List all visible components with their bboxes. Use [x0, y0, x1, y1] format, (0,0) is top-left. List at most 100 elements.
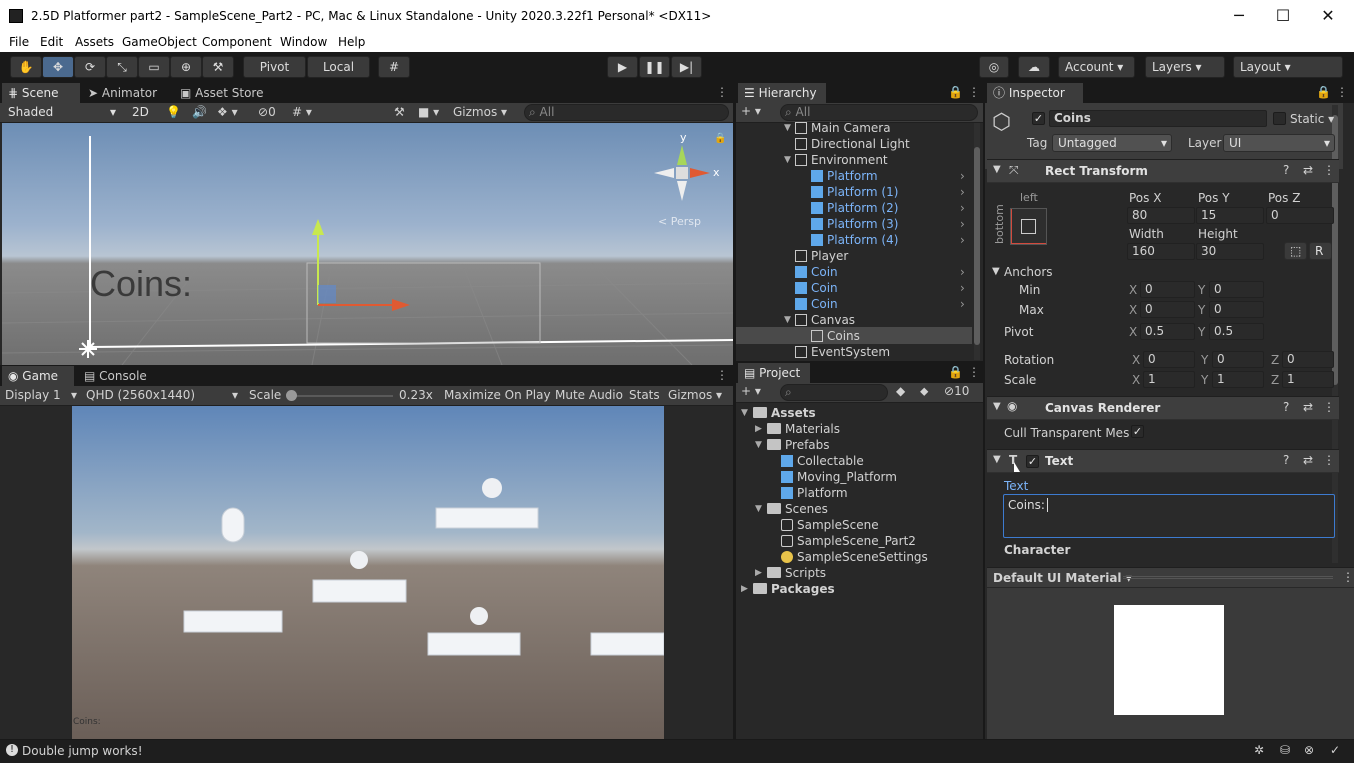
hierarchy-item[interactable]: Player — [795, 248, 848, 264]
preview-resize-handle[interactable] — [1123, 576, 1333, 579]
pivot-toggle[interactable]: Pivot — [243, 56, 306, 78]
width-field[interactable]: 160 — [1127, 243, 1195, 260]
tab-game[interactable]: ◉ Game — [2, 366, 74, 386]
rotation-x-field[interactable]: 0 — [1143, 351, 1195, 368]
scene-search-input[interactable]: ⌕ All — [524, 104, 729, 121]
play-button[interactable]: ▶ — [607, 56, 638, 78]
hierarchy-item[interactable]: Platform (1) — [811, 184, 898, 200]
presets-icon[interactable]: ⇄ — [1303, 453, 1313, 467]
raw-edit-button[interactable]: R — [1309, 242, 1332, 260]
blueprint-mode-button[interactable]: ⬚ — [1284, 242, 1307, 260]
tag-dropdown[interactable]: Untagged ▾ — [1052, 134, 1172, 152]
auto-generate-lighting-icon[interactable]: ⊗ — [1304, 743, 1314, 757]
project-item[interactable]: SampleSceneSettings — [781, 549, 928, 565]
scale-y-field[interactable]: 1 — [1212, 371, 1264, 388]
scene-viewport[interactable]: y x 🔒 < Persp Coins: — [2, 123, 733, 365]
filter-by-label-icon[interactable]: ⬥ — [920, 384, 928, 399]
hand-tool-icon[interactable]: ✋ — [10, 56, 42, 78]
scale-slider-track[interactable] — [291, 395, 393, 397]
project-item[interactable]: Collectable — [781, 453, 864, 469]
cloud-icon[interactable]: ☁ — [1018, 56, 1050, 78]
anchor-min-y-field[interactable]: 0 — [1209, 281, 1264, 298]
scale-z-field[interactable]: 1 — [1282, 371, 1334, 388]
component-menu-icon[interactable]: ⋮ — [1323, 163, 1335, 177]
audio-toggle-icon[interactable]: 🔊 — [192, 105, 207, 119]
pos-z-field[interactable]: 0 — [1266, 207, 1334, 224]
maximize-on-play-toggle[interactable]: Maximize On Play — [444, 388, 551, 402]
scene-menu-icon[interactable]: ⋮ — [716, 85, 728, 99]
rect-transform-header[interactable]: ▼ ⤧ Rect Transform ? ⇄ ⋮ — [987, 159, 1339, 183]
open-prefab-arrow-icon[interactable]: › — [960, 200, 965, 216]
component-menu-icon[interactable]: ⋮ — [1323, 400, 1335, 414]
open-prefab-arrow-icon[interactable]: › — [960, 232, 965, 248]
foldout-arrow-icon[interactable]: ▼ — [784, 312, 791, 328]
maximize-button[interactable]: ☐ — [1268, 4, 1298, 28]
pivot-x-field[interactable]: 0.5 — [1140, 323, 1195, 340]
gizmo-lock-icon[interactable]: 🔒 — [714, 133, 726, 144]
account-dropdown[interactable]: Account ▾ — [1058, 56, 1135, 78]
collab-icon[interactable]: ◎ — [979, 56, 1009, 78]
material-preview-header[interactable]: Default UI Material ▾ ⋮ — [987, 567, 1354, 587]
menu-file[interactable]: File — [9, 35, 29, 49]
effects-toggle-icon[interactable]: ❖ ▾ — [217, 105, 238, 119]
presets-icon[interactable]: ⇄ — [1303, 400, 1313, 414]
anchor-presets-button[interactable] — [1010, 208, 1047, 245]
menu-component[interactable]: Component — [202, 35, 272, 49]
project-item[interactable]: Scenes — [767, 501, 828, 517]
hierarchy-item[interactable]: Coin — [795, 264, 838, 280]
project-item[interactable]: SampleScene_Part2 — [781, 533, 916, 549]
hierarchy-item[interactable]: Directional Light — [795, 136, 910, 152]
hierarchy-search-input[interactable]: ⌕ All — [780, 104, 978, 121]
step-button[interactable]: ▶| — [671, 56, 702, 78]
anchor-min-x-field[interactable]: 0 — [1140, 281, 1195, 298]
camera-settings-icon[interactable]: ■ ▾ — [418, 105, 439, 119]
foldout-arrow-icon[interactable]: ▼ — [993, 454, 1001, 465]
stats-toggle[interactable]: Stats — [629, 388, 660, 402]
canvas-renderer-header[interactable]: ▼ ◉ Canvas Renderer ? ⇄ ⋮ — [987, 396, 1339, 420]
project-search-input[interactable]: ⌕ — [780, 384, 888, 401]
hierarchy-item[interactable]: Platform — [811, 168, 878, 184]
scene-gizmos-dropdown[interactable]: Gizmos ▾ — [453, 105, 507, 119]
tab-project[interactable]: ▤ Project — [738, 363, 810, 383]
tab-inspector[interactable]: ⓘ Inspector — [987, 83, 1083, 103]
layout-dropdown[interactable]: Layout ▾ — [1233, 56, 1343, 78]
object-name-input[interactable]: Coins — [1049, 110, 1267, 127]
tab-asset-store[interactable]: ▣ Asset Store — [174, 83, 284, 103]
menu-help[interactable]: Help — [338, 35, 365, 49]
hierarchy-item[interactable]: Platform (4) — [811, 232, 898, 248]
open-prefab-arrow-icon[interactable]: › — [960, 168, 965, 184]
foldout-arrow-icon[interactable]: ▶ — [741, 581, 748, 597]
project-item[interactable]: Scripts — [767, 565, 826, 581]
inspector-lock-icon[interactable]: 🔒 — [1316, 85, 1331, 99]
text-content-textarea[interactable]: Coins: — [1003, 494, 1335, 538]
project-item[interactable]: Packages — [753, 581, 835, 597]
shading-mode-dropdown[interactable]: Shaded ▾ — [3, 104, 119, 122]
game-menu-icon[interactable]: ⋮ — [716, 368, 728, 382]
toggle-2d-button[interactable]: 2D — [127, 104, 155, 122]
status-message[interactable]: Double jump works! — [22, 744, 143, 758]
orientation-gizmo[interactable] — [654, 145, 710, 201]
project-item[interactable]: SampleScene — [781, 517, 879, 533]
filter-by-type-icon[interactable]: ◆ — [896, 384, 905, 398]
display-dropdown[interactable]: Display 1 ▾ — [5, 388, 77, 402]
rotation-y-field[interactable]: 0 — [1212, 351, 1264, 368]
scale-tool-icon[interactable]: ⤡ — [106, 56, 138, 78]
foldout-arrow-icon[interactable]: ▼ — [784, 120, 791, 136]
game-gizmos-dropdown[interactable]: Gizmos ▾ — [668, 388, 722, 402]
tab-hierarchy[interactable]: ☰ Hierarchy — [738, 83, 826, 103]
projection-label[interactable]: < Persp — [658, 215, 701, 228]
help-icon[interactable]: ? — [1283, 400, 1289, 414]
grid-snap-icon[interactable]: # — [378, 56, 410, 78]
local-toggle[interactable]: Local — [307, 56, 370, 78]
hierarchy-item[interactable]: Environment — [795, 152, 888, 168]
lighting-toggle-icon[interactable]: 💡 — [166, 105, 181, 119]
help-icon[interactable]: ? — [1283, 453, 1289, 467]
open-prefab-arrow-icon[interactable]: › — [960, 264, 965, 280]
active-checkbox[interactable]: ✓ — [1032, 112, 1045, 125]
text-component-header[interactable]: ▼ T ✓ Text ? ⇄ ⋮ — [987, 449, 1339, 473]
scene-tools-icon[interactable]: ⚒ — [394, 105, 405, 119]
pivot-y-field[interactable]: 0.5 — [1209, 323, 1264, 340]
tab-animator[interactable]: ➤ Animator — [82, 83, 172, 103]
game-viewport[interactable]: Coins: — [72, 406, 664, 739]
project-menu-icon[interactable]: ⋮ — [968, 365, 980, 379]
